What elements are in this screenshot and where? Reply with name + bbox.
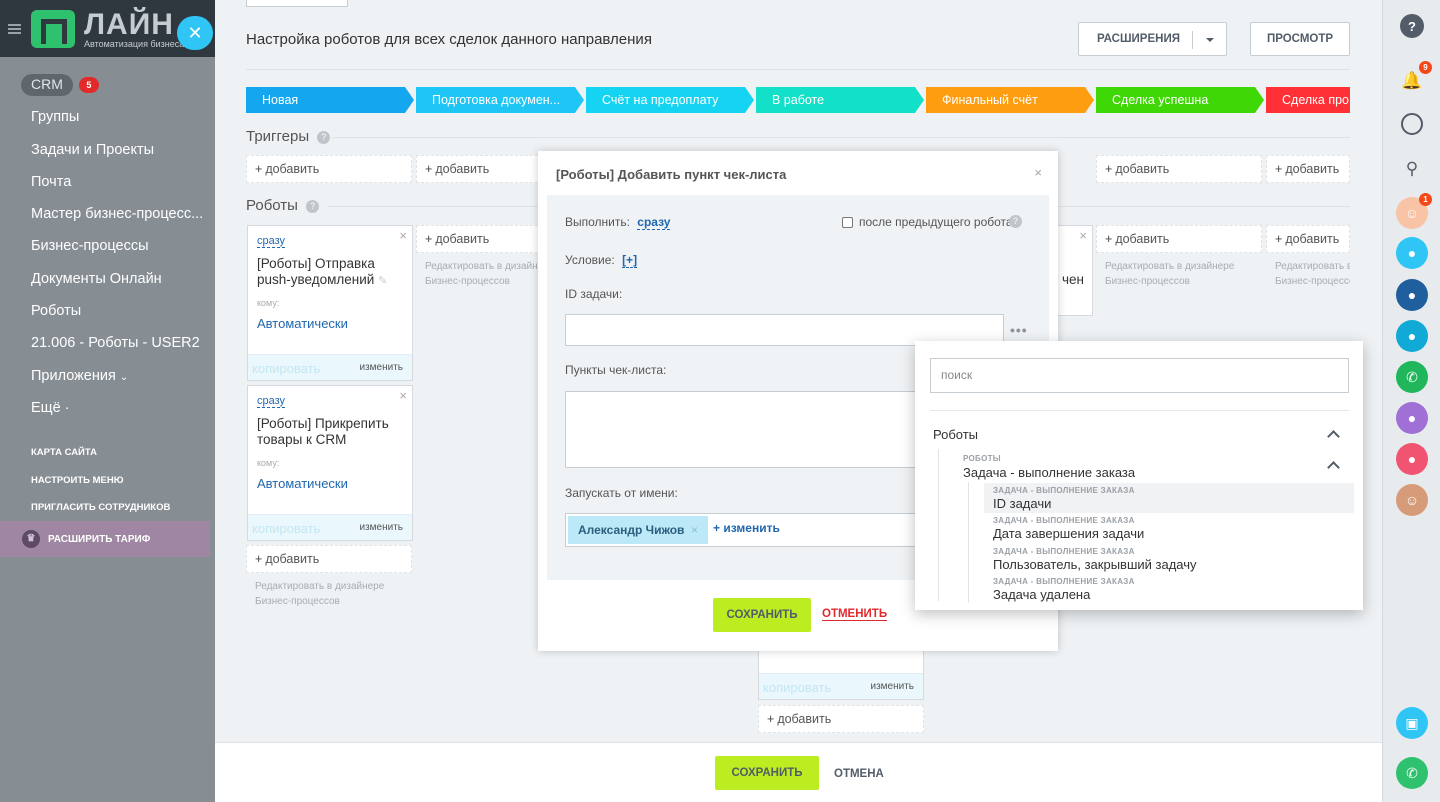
sub-group-caption: РОБОТЫ xyxy=(963,454,1001,463)
run-as-label: Запускать от имени: xyxy=(565,486,678,500)
tree-line xyxy=(968,482,969,603)
item-caption: ЗАДАЧА - ВЫПОЛНЕНИЕ ЗАКАЗА xyxy=(993,547,1135,556)
item-closed-by[interactable]: Пользователь, закрывший задачу xyxy=(993,557,1197,572)
item-task-id[interactable]: ID задачи xyxy=(993,496,1051,511)
left-sidebar: ЛАЙН Автоматизация бизнеса CRM 5 Группы … xyxy=(0,0,215,802)
bottom-action-bar: СОХРАНИТЬ ОТМЕНА xyxy=(215,742,1382,802)
user-tag-name: Александр Чижов xyxy=(578,523,685,537)
divider xyxy=(930,410,1349,411)
tree-line xyxy=(938,449,939,601)
invite-link[interactable]: ПРИГЛАСИТЬ СОТРУДНИКОВ xyxy=(31,502,170,513)
item-caption: ЗАДАЧА - ВЫПОЛНЕНИЕ ЗАКАЗА xyxy=(993,516,1135,525)
sidebar-item-tasks[interactable]: Задачи и Проекты xyxy=(31,142,154,158)
after-previous-checkbox[interactable] xyxy=(842,217,853,228)
field-selector-popup: поиск Роботы РОБОТЫ Задача - выполнение … xyxy=(915,341,1363,610)
change-user-label: изменить xyxy=(723,521,780,535)
footer-cancel-button[interactable]: ОТМЕНА xyxy=(834,768,884,780)
chevron-up-icon[interactable] xyxy=(1327,461,1340,474)
call-icon[interactable]: ✆ xyxy=(1396,757,1428,789)
sidebar-item-robots-user2[interactable]: 21.006 - Роботы - USER2 xyxy=(31,335,200,351)
dialog-cancel-button[interactable]: ОТМЕНИТЬ xyxy=(822,608,888,621)
item-caption: ЗАДАЧА - ВЫПОЛНЕНИЕ ЗАКАЗА xyxy=(993,486,1135,495)
chevron-up-icon[interactable] xyxy=(1327,430,1340,443)
phone-icon[interactable]: ✆ xyxy=(1396,361,1428,393)
dialog-title: [Роботы] Добавить пункт чек-листа xyxy=(556,167,787,182)
task-id-label: ID задачи: xyxy=(565,287,623,301)
sidebar-item-apps-label: Приложения xyxy=(31,368,116,384)
run-label: Выполнить: xyxy=(565,215,630,229)
bell-icon[interactable]: 🔔 9 xyxy=(1396,61,1432,97)
screen-share-icon[interactable]: ▣ xyxy=(1396,707,1428,739)
chat-bubble-icon[interactable] xyxy=(1401,113,1423,135)
plus-icon: + xyxy=(713,521,721,535)
configure-menu-link[interactable]: НАСТРОИТЬ МЕНЮ xyxy=(31,475,124,486)
dialog-save-button[interactable]: СОХРАНИТЬ xyxy=(713,598,811,632)
remove-user-icon[interactable]: × xyxy=(691,516,698,544)
sidebar-item-docs[interactable]: Документы Онлайн xyxy=(31,271,162,287)
run-field: Выполнить: сразу xyxy=(565,215,671,230)
user-tag[interactable]: Александр Чижов × xyxy=(568,516,708,544)
more-dots-icon[interactable]: ••• xyxy=(1010,322,1028,338)
notifications-badge: 9 xyxy=(1419,61,1432,74)
search-icon[interactable]: ⚲ xyxy=(1396,153,1428,185)
crm-counter-badge: 5 xyxy=(78,77,99,93)
sidebar-item-more-label: Ещё xyxy=(31,400,61,416)
group-robots[interactable]: Роботы xyxy=(933,427,978,442)
footer-save-button[interactable]: СОХРАНИТЬ xyxy=(715,756,819,790)
right-toolbar: ? 🔔 9 ⚲ ☺ 1 ● ● ● ✆ ● ● ☺ ▣ ✆ xyxy=(1382,0,1440,802)
sidebar-item-bp-wizard[interactable]: Мастер бизнес-процесс... xyxy=(31,206,203,222)
help-icon[interactable]: ? xyxy=(1400,14,1424,38)
help-icon[interactable]: ? xyxy=(1009,215,1022,228)
sidebar-item-bp[interactable]: Бизнес-процессы xyxy=(31,238,149,254)
logo-name: ЛАЙН xyxy=(84,8,174,41)
avatar-icon[interactable]: ☺ xyxy=(1396,484,1428,516)
condition-field: Условие: [+] xyxy=(565,253,638,268)
add-condition-link[interactable]: [+] xyxy=(622,253,638,268)
upgrade-plan-label: РАСШИРИТЬ ТАРИФ xyxy=(48,534,151,545)
avatar-bot-icon[interactable]: ☺ 1 xyxy=(1396,193,1432,229)
user-icon[interactable]: ● xyxy=(1396,320,1428,352)
sidebar-item-apps[interactable]: Приложения ⌄ xyxy=(31,368,128,384)
close-slider-button[interactable]: ✕ xyxy=(177,16,213,50)
lock-icon[interactable]: ● xyxy=(1396,443,1428,475)
condition-label: Условие: xyxy=(565,253,615,267)
chat-badge: 1 xyxy=(1419,193,1432,206)
sub-group-task[interactable]: Задача - выполнение заказа xyxy=(963,465,1135,480)
more-dot-icon: · xyxy=(64,400,70,416)
sidebar-item-more[interactable]: Ещё · xyxy=(31,400,70,416)
sidebar-item-robots[interactable]: Роботы xyxy=(31,303,81,319)
close-icon: ✕ xyxy=(187,23,203,43)
search-input[interactable]: поиск xyxy=(930,358,1349,393)
menu-icon[interactable] xyxy=(8,24,21,34)
chevron-down-icon: ⌄ xyxy=(119,372,129,383)
item-task-deleted[interactable]: Задача удалена xyxy=(993,587,1090,602)
run-delay-link[interactable]: сразу xyxy=(637,215,671,230)
item-due-date[interactable]: Дата завершения задачи xyxy=(993,526,1144,541)
sidebar-item-mail[interactable]: Почта xyxy=(31,174,71,190)
logo-subtitle: Автоматизация бизнеса xyxy=(84,39,185,49)
item-caption: ЗАДАЧА - ВЫПОЛНЕНИЕ ЗАКАЗА xyxy=(993,577,1135,586)
sidebar-item-groups[interactable]: Группы xyxy=(31,109,79,125)
sitemap-link[interactable]: КАРТА САЙТА xyxy=(31,447,97,458)
sidebar-item-crm[interactable]: CRM 5 xyxy=(21,74,99,96)
group-icon[interactable]: ● xyxy=(1396,279,1428,311)
user-purple-icon[interactable]: ● xyxy=(1396,402,1428,434)
user-clock-icon[interactable]: ● xyxy=(1396,237,1428,269)
upgrade-plan-button[interactable]: ♛ РАСШИРИТЬ ТАРИФ xyxy=(0,521,210,557)
after-previous-label: после предыдущего робота xyxy=(859,215,1013,229)
close-icon[interactable]: × xyxy=(1034,165,1042,180)
crm-label: CRM xyxy=(21,74,73,96)
logo-icon xyxy=(31,10,75,48)
crown-icon: ♛ xyxy=(22,530,40,548)
checklist-label: Пункты чек-листа: xyxy=(565,363,667,377)
change-user-link[interactable]: + изменить xyxy=(713,521,780,535)
